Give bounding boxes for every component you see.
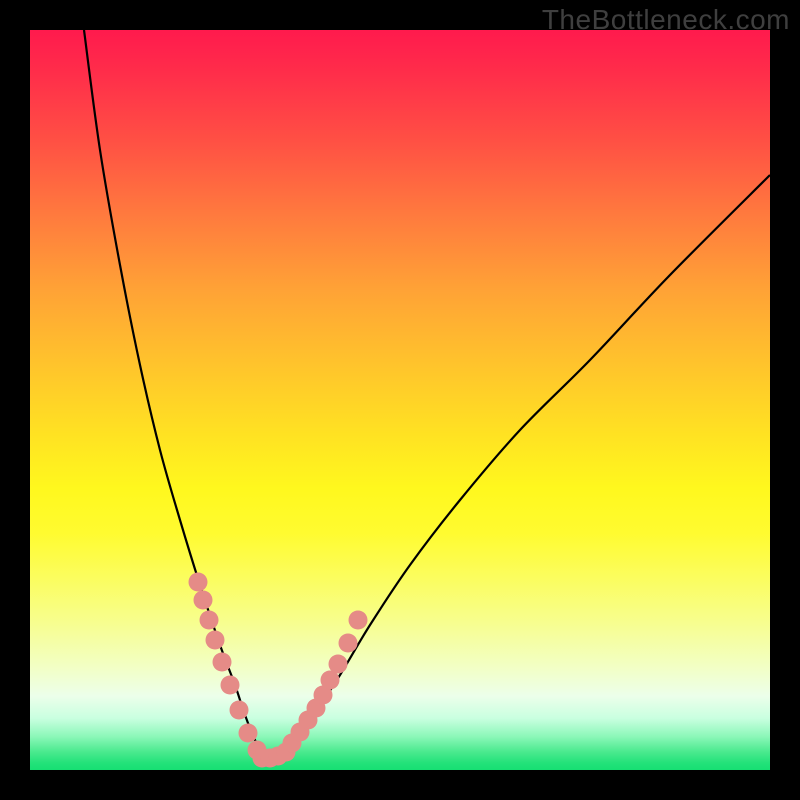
curve-marker <box>189 573 208 592</box>
bottleneck-curve-path <box>84 30 770 759</box>
plot-area <box>30 30 770 770</box>
curve-marker <box>339 634 358 653</box>
chart-container: TheBottleneck.com <box>0 0 800 800</box>
curve-marker <box>213 653 232 672</box>
curve-marker <box>221 676 240 695</box>
curve-marker <box>206 631 225 650</box>
curve-layer <box>30 30 770 770</box>
curve-marker <box>194 591 213 610</box>
bottleneck-curve <box>84 30 770 759</box>
curve-marker <box>200 611 219 630</box>
curve-marker <box>349 611 368 630</box>
curve-marker <box>230 701 249 720</box>
curve-markers <box>189 573 368 768</box>
curve-marker <box>239 724 258 743</box>
curve-marker <box>329 655 348 674</box>
